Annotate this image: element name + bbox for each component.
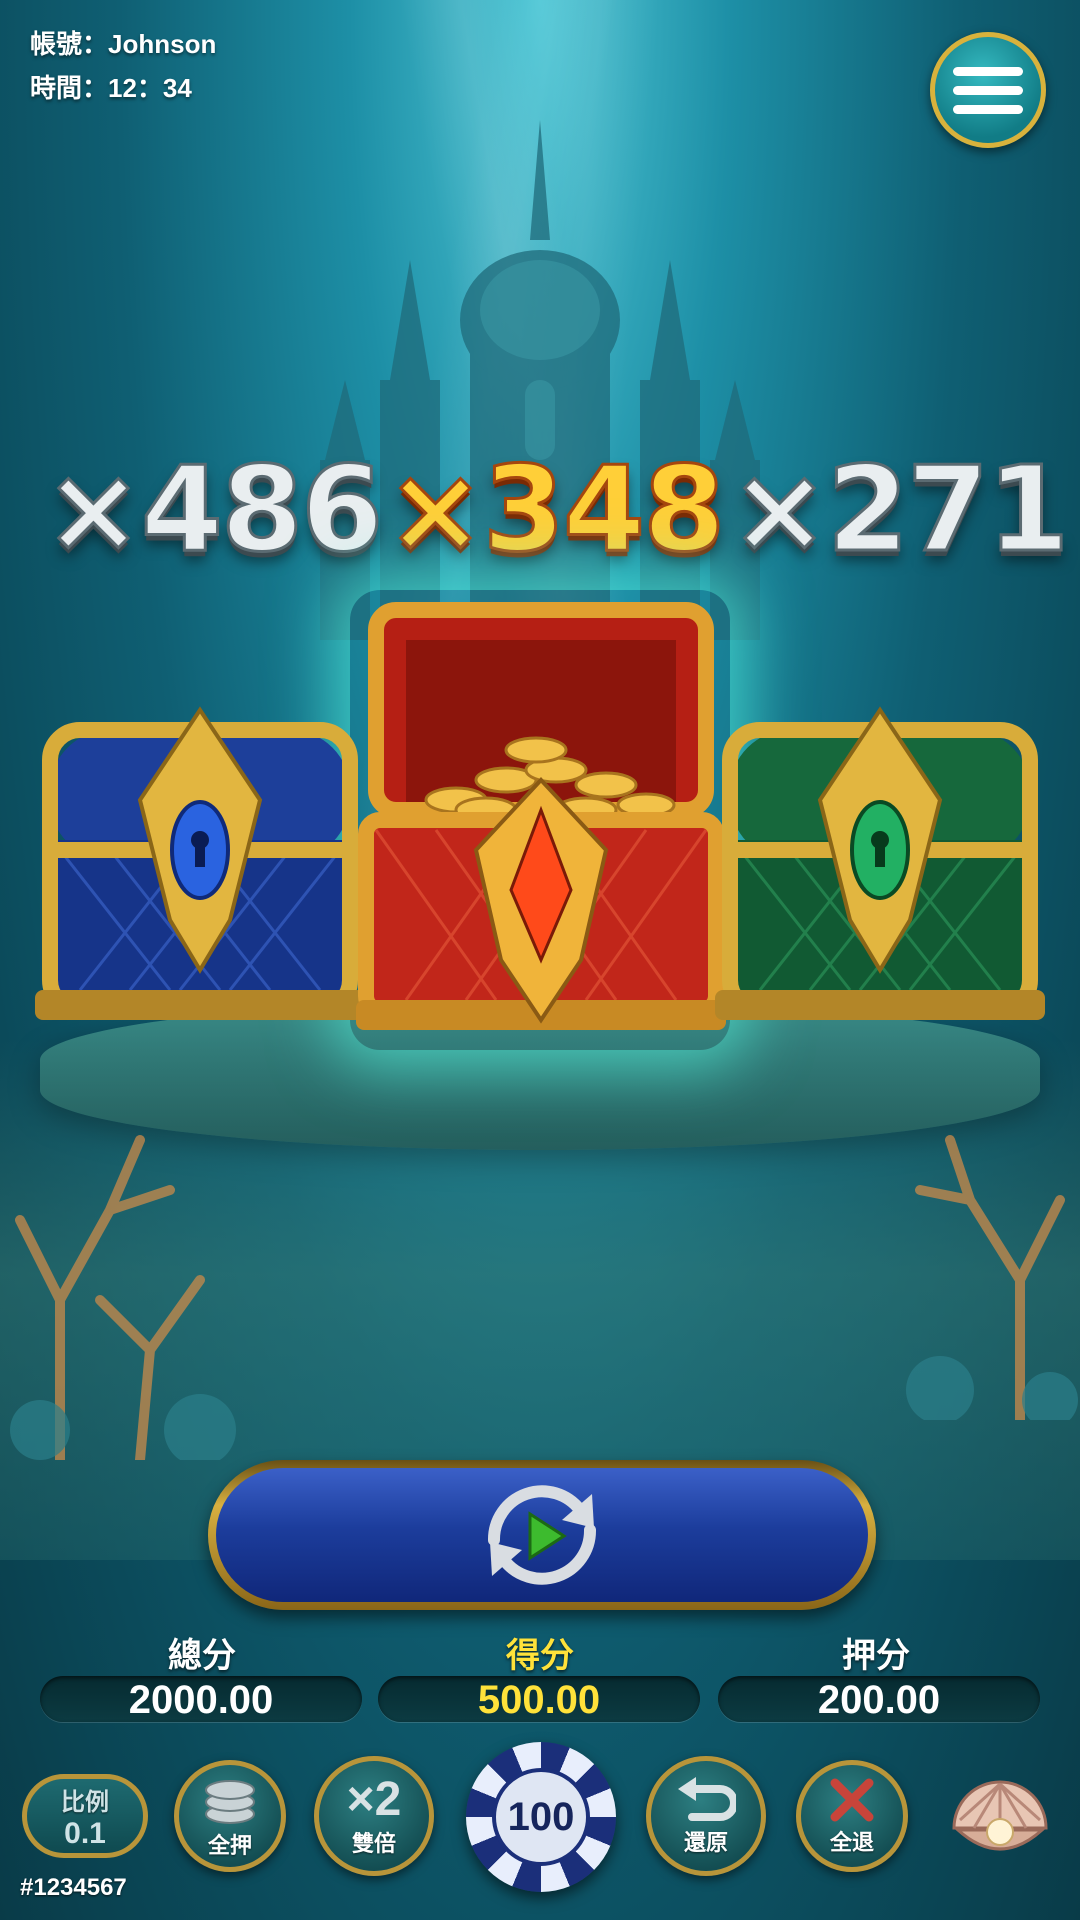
spin-refresh-icon [487, 1485, 597, 1585]
coral-left [10, 1135, 236, 1460]
undo-button[interactable]: 還原 [646, 1756, 766, 1876]
hamburger-line-icon [953, 66, 1023, 76]
double-button[interactable]: ×2 雙倍 [314, 1756, 434, 1876]
double-label: 雙倍 [351, 1831, 396, 1856]
time-label: 時間：12：34 [30, 73, 192, 103]
ratio-label: 比例 [61, 1788, 109, 1816]
blue-chest[interactable] [30, 690, 370, 1040]
undo-label: 還原 [683, 1830, 728, 1855]
multiplier-center: ×348 [384, 439, 726, 580]
multiplier-left: ×486 [42, 439, 384, 580]
close-x-icon [830, 1778, 874, 1822]
double-symbol: ×2 [346, 1773, 402, 1826]
coral-right [906, 1135, 1078, 1420]
hamburger-line-icon [953, 85, 1023, 95]
game-id: #1234567 [20, 1874, 127, 1901]
win-score-value: 500.00 [378, 1676, 700, 1722]
all-in-button[interactable]: 全押 [174, 1760, 286, 1872]
total-score-label: 總分 [168, 1637, 236, 1675]
pearl-shell-icon[interactable] [944, 1758, 1056, 1870]
account-label: 帳號：Johnson [30, 29, 217, 59]
win-score-label: 得分 [506, 1637, 574, 1675]
bet-score-value: 200.00 [718, 1676, 1040, 1722]
clear-label: 全退 [829, 1830, 874, 1855]
menu-button[interactable] [930, 32, 1046, 148]
spin-button[interactable] [208, 1460, 876, 1610]
chip-value: 100 [492, 1768, 590, 1866]
multiplier-right: ×271 [728, 439, 1070, 580]
green-chest[interactable] [710, 690, 1055, 1040]
total-score-value: 2000.00 [40, 1676, 362, 1722]
chip-100-button[interactable]: 100 [466, 1742, 616, 1892]
undo-arrow-icon [678, 1777, 736, 1821]
coin-stack-icon [205, 1780, 255, 1824]
hamburger-line-icon [953, 104, 1023, 114]
red-chest-open[interactable] [356, 600, 726, 1050]
ratio-button[interactable]: 比例 0.1 [22, 1774, 148, 1858]
bet-score-label: 押分 [842, 1637, 910, 1675]
clear-bets-button[interactable]: 全退 [796, 1760, 908, 1872]
ratio-value: 0.1 [64, 1816, 106, 1850]
all-in-label: 全押 [207, 1833, 252, 1858]
